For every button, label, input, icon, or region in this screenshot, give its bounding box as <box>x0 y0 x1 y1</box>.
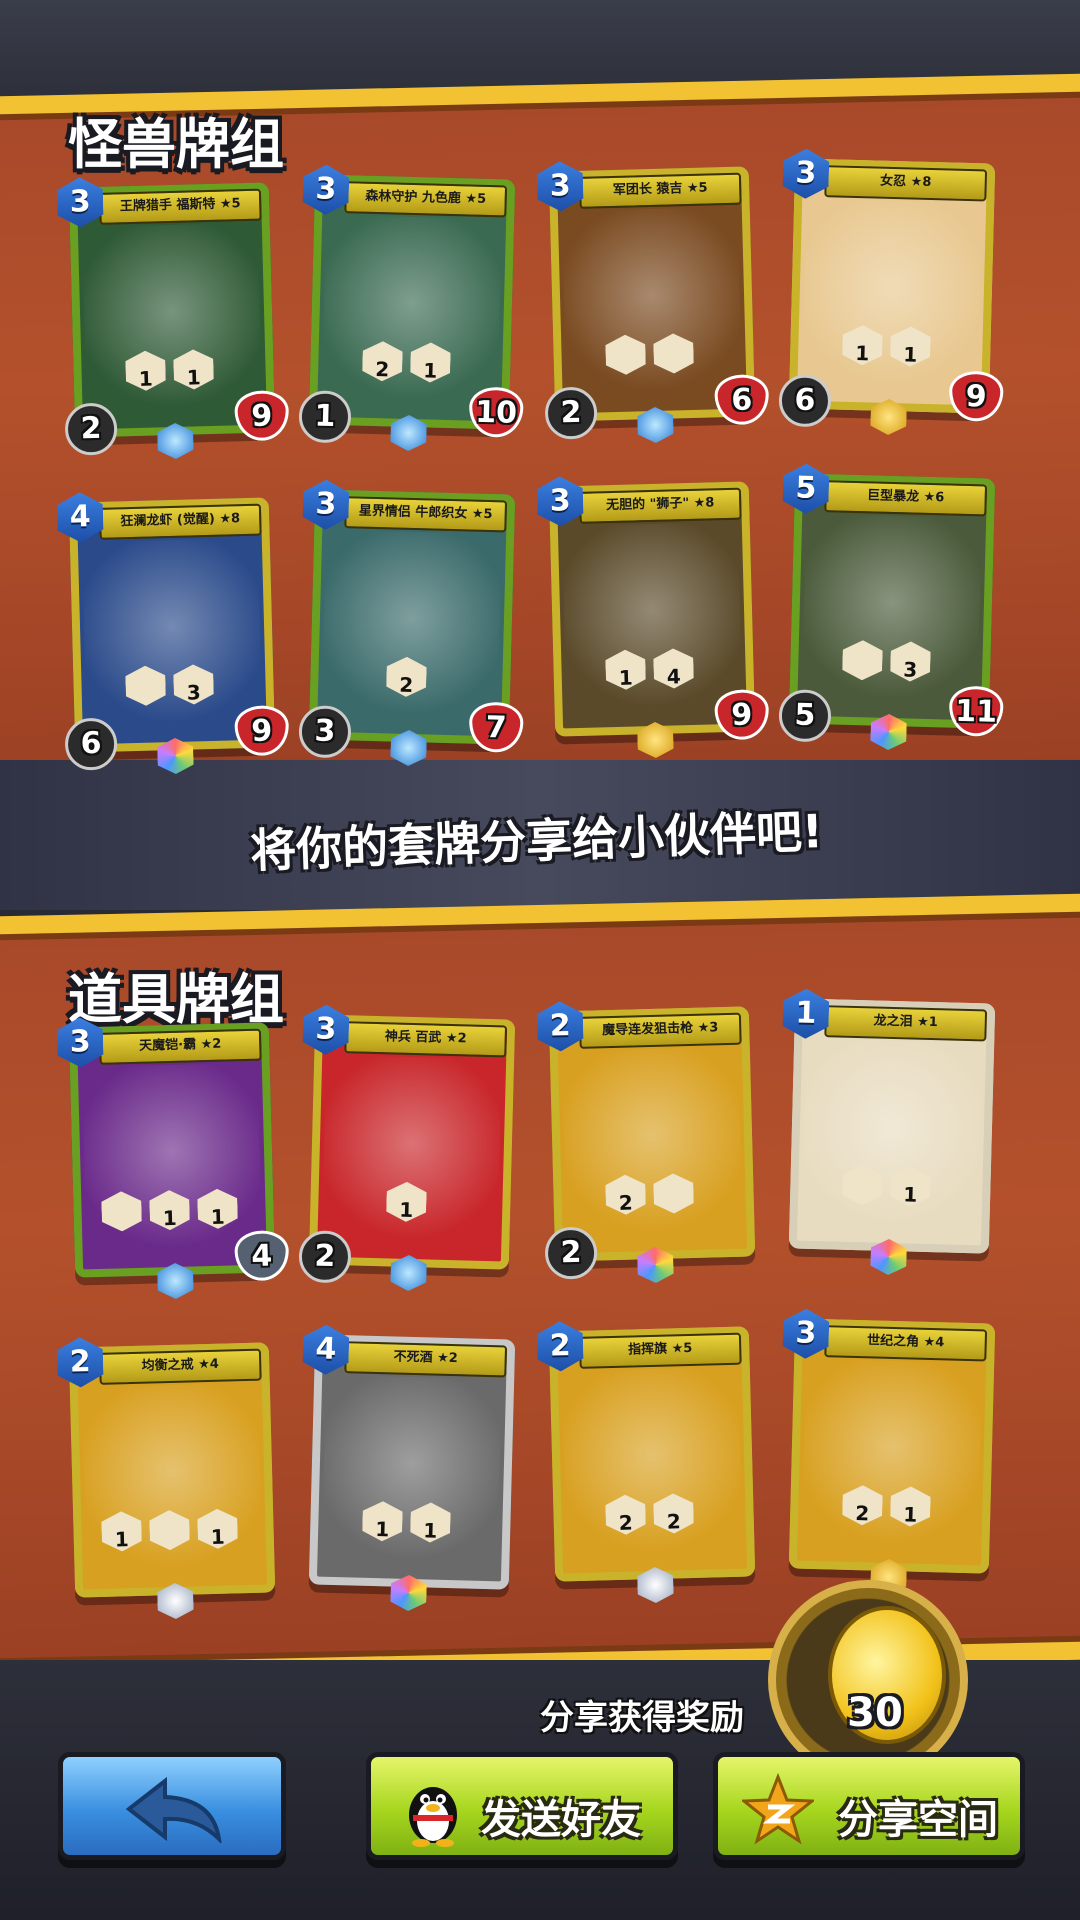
item-card[interactable]: 均衡之戒 ★4 2 1 1 <box>69 1342 276 1597</box>
monster-card-name: 无胆的 "狮子" ★8 <box>578 487 742 524</box>
share-space-button[interactable]: 分享空间 <box>713 1752 1025 1860</box>
back-button[interactable] <box>58 1752 286 1860</box>
item-card[interactable]: 不死酒 ★2 4 1 1 <box>309 1334 516 1589</box>
item-card-name: 龙之泪 ★1 <box>824 1005 988 1042</box>
monster-card-name: 巨型暴龙 ★6 <box>824 480 988 517</box>
monster-card-name: 狂澜龙虾 (觉醒) ★8 <box>98 503 262 540</box>
send-friend-button[interactable]: 发送好友 <box>366 1752 678 1860</box>
monster-card-name: 女忍 ★8 <box>824 165 988 202</box>
item-card[interactable]: 指挥旗 ★5 2 2 2 <box>549 1326 756 1581</box>
back-arrow-icon <box>125 1777 222 1843</box>
monster-card[interactable]: 巨型暴龙 ★6 5 3 5 11 <box>778 473 1004 728</box>
item-card[interactable]: 天魔铠·霸 ★2 3 1 1 4 <box>69 1022 290 1277</box>
item-card-name: 不死酒 ★2 <box>344 1341 508 1378</box>
monster-card[interactable]: 王牌猎手 福斯特 ★5 3 1 1 2 9 <box>69 182 290 437</box>
reward-amount: 30 <box>847 1690 903 1736</box>
monster-card[interactable]: 军团长 猿吉 ★5 3 2 6 <box>549 166 770 421</box>
item-card[interactable]: 魔导连发狙击枪 ★3 2 2 2 <box>549 1006 756 1261</box>
qzone-star-icon <box>742 1773 814 1845</box>
item-card[interactable]: 龙之泪 ★1 1 1 <box>789 998 996 1253</box>
monster-card[interactable]: 女忍 ★8 3 1 1 6 9 <box>778 158 1004 413</box>
monster-card-name: 森林守护 九色鹿 ★5 <box>344 181 508 218</box>
monster-card[interactable]: 森林守护 九色鹿 ★5 3 2 1 1 10 <box>298 174 524 429</box>
monster-deck-title: 怪兽牌组 <box>68 113 284 176</box>
monster-card[interactable]: 星界情侣 牛郎织女 ★5 3 2 3 7 <box>298 489 524 744</box>
reward-label: 分享获得奖励 <box>540 1698 744 1738</box>
item-card-name: 魔导连发狙击枪 ★3 <box>578 1012 742 1049</box>
item-card-name: 世纪之角 ★4 <box>824 1325 988 1362</box>
monster-card[interactable]: 狂澜龙虾 (觉醒) ★8 4 3 6 9 <box>69 497 290 752</box>
coin-reward <box>768 1580 968 1780</box>
monster-card-name: 星界情侣 牛郎织女 ★5 <box>344 496 508 533</box>
monster-card-name: 王牌猎手 福斯特 ★5 <box>98 188 262 225</box>
monster-card-name: 军团长 猿吉 ★5 <box>578 172 742 209</box>
send-friend-label: 发送好友 <box>481 1797 641 1843</box>
item-card[interactable]: 神兵 百武 ★2 3 1 2 <box>298 1014 516 1269</box>
item-card-name: 神兵 百武 ★2 <box>344 1021 508 1058</box>
item-card-name: 均衡之戒 ★4 <box>98 1348 262 1385</box>
share-space-label: 分享空间 <box>838 1797 998 1843</box>
item-card-name: 指挥旗 ★5 <box>578 1332 742 1369</box>
qq-penguin-icon <box>409 1787 457 1847</box>
item-card-name: 天魔铠·霸 ★2 <box>98 1028 262 1065</box>
item-card[interactable]: 世纪之角 ★4 3 2 1 <box>789 1318 996 1573</box>
monster-card[interactable]: 无胆的 "狮子" ★8 3 1 4 9 <box>549 481 770 736</box>
